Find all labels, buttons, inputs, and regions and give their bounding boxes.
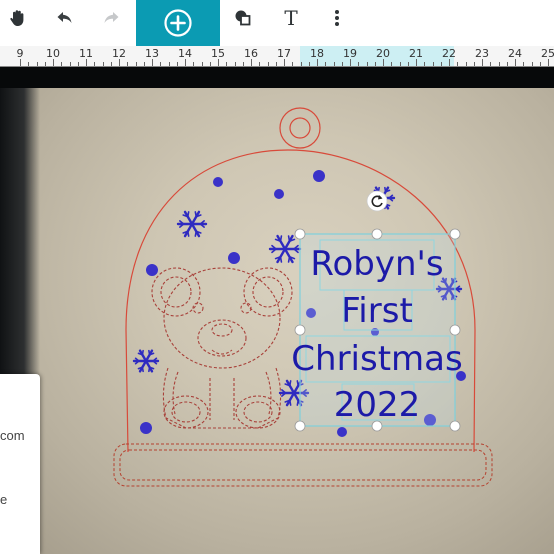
ruler-tick [374, 62, 376, 66]
side-panel-text: e [0, 492, 8, 507]
ruler-tick [391, 62, 393, 66]
ruler-tick [490, 62, 492, 66]
ruler-tick [209, 62, 211, 66]
ruler-tick [127, 62, 129, 66]
ruler-tick [275, 62, 277, 66]
undo-icon[interactable] [52, 0, 78, 36]
ornament-hanger-loop [279, 107, 321, 149]
ruler-tick [317, 59, 318, 66]
ruler-tick [350, 59, 351, 66]
ruler-tick [234, 62, 236, 66]
ruler-tick [358, 62, 360, 66]
ruler-tick [259, 62, 261, 66]
ruler-tick [506, 62, 508, 66]
shapes-icon[interactable] [232, 0, 254, 36]
ruler-tick [325, 62, 327, 66]
ruler-tick [416, 59, 417, 66]
ruler-tick [267, 62, 269, 66]
ruler-tick [482, 59, 483, 66]
top-toolbar: T [0, 0, 554, 46]
ruler-tick [77, 62, 79, 66]
ruler-tick [424, 62, 426, 66]
ruler-tick [168, 62, 170, 66]
ruler-tick [523, 62, 525, 66]
ruler-tick [539, 62, 541, 66]
ruler-tick [119, 59, 120, 66]
ruler-tick [36, 62, 38, 66]
ruler-tick [333, 62, 335, 66]
ruler-tick [226, 62, 228, 66]
ruler-tick [548, 59, 549, 66]
ruler-tick [449, 59, 450, 66]
ruler-tick [176, 62, 178, 66]
ruler-tick [498, 62, 500, 66]
redo-icon[interactable] [98, 0, 124, 36]
snowflake-icon [268, 234, 302, 264]
text-tool-icon[interactable]: T [280, 0, 302, 36]
side-panel-text: com [0, 428, 25, 443]
ruler-tick [193, 62, 195, 66]
ruler-tick [201, 62, 203, 66]
teddy-bear-engraving [151, 267, 293, 429]
ruler-tick [465, 62, 467, 66]
ruler-tick [383, 59, 384, 66]
ruler-tick [185, 59, 186, 66]
ruler-tick [341, 62, 343, 66]
ruler-tick [432, 62, 434, 66]
ruler-tick [399, 62, 401, 66]
ruler-tick [407, 62, 409, 66]
snowflake-icon [176, 210, 208, 238]
text-line-first: First [341, 291, 413, 331]
ruler-tick [457, 62, 459, 66]
rotate-icon[interactable] [366, 190, 388, 212]
ruler-tick [218, 59, 219, 66]
ruler-tick [515, 59, 516, 66]
ruler-tick [292, 62, 294, 66]
ruler-tick [284, 59, 285, 66]
snowflake-icon [132, 349, 160, 373]
ruler-tick [69, 62, 71, 66]
text-line-christmas: Christmas [291, 339, 462, 379]
ruler-tick [531, 62, 533, 66]
ruler-tick [152, 59, 153, 66]
ruler-tick [300, 62, 302, 66]
ruler-tick [473, 62, 475, 66]
ruler-tick [53, 59, 54, 66]
side-panel[interactable]: com e [0, 374, 40, 554]
ruler-tick [251, 59, 252, 66]
ruler-tick [44, 62, 46, 66]
ruler-tick [135, 62, 137, 66]
ruler-tick [308, 62, 310, 66]
hand-icon[interactable] [4, 0, 32, 36]
add-button[interactable] [136, 0, 220, 46]
ruler-tick [94, 62, 96, 66]
ruler-tick [440, 62, 442, 66]
ruler-tick [28, 62, 30, 66]
ruler-tick [86, 59, 87, 66]
ornament-hanger-hole [289, 117, 311, 139]
ruler-tick [20, 59, 21, 66]
more-vertical-icon[interactable] [330, 0, 344, 36]
ruler-tick [242, 62, 244, 66]
canvas-top-edge [0, 67, 554, 88]
ruler-tick [102, 62, 104, 66]
plus-circle-icon [164, 9, 192, 37]
text-line-year: 2022 [334, 385, 421, 425]
design-artwork[interactable]: Robyn's First Christmas 2022 [0, 88, 554, 554]
ruler-tick [366, 62, 368, 66]
ruler-tick [143, 62, 145, 66]
horizontal-ruler: 9 10 11 12 13 14 15 16 17 18 19 20 21 22 23 24 25 [0, 46, 554, 67]
ruler-tick [110, 62, 112, 66]
ruler-tick [61, 62, 63, 66]
text-line-name: Robyn's [310, 244, 443, 284]
ruler-tick [160, 62, 162, 66]
